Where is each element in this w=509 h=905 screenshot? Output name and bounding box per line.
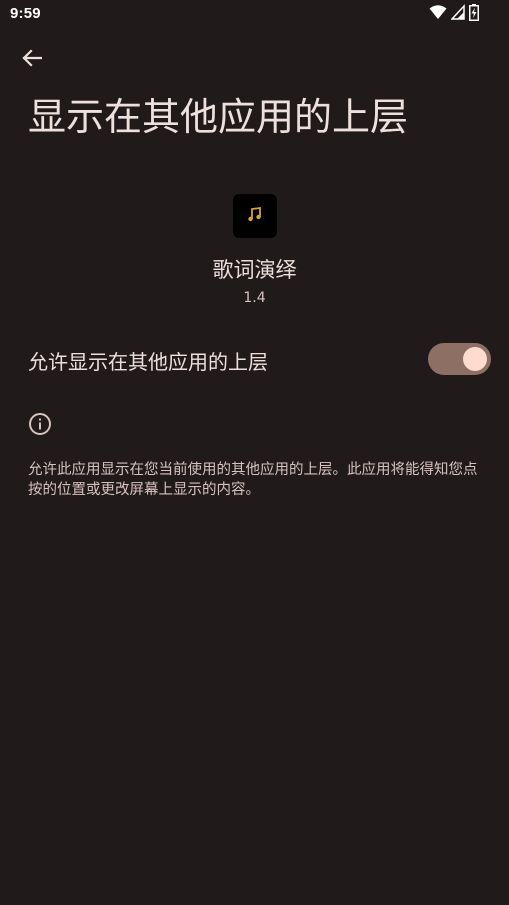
- app-header: 歌词演绎 1.4: [0, 194, 509, 306]
- page-title: 显示在其他应用的上层: [28, 95, 409, 139]
- music-note-icon: [247, 206, 263, 226]
- status-icons: [429, 3, 479, 25]
- status-bar: 9:59: [0, 0, 509, 30]
- permission-label: 允许显示在其他应用的上层: [28, 350, 268, 374]
- switch-thumb: [463, 347, 487, 371]
- battery-charging-icon: [469, 3, 479, 25]
- info-icon: [28, 412, 52, 436]
- arrow-left-icon: [22, 48, 43, 72]
- back-button[interactable]: [14, 42, 50, 78]
- permission-switch[interactable]: [428, 343, 491, 375]
- status-time: 9:59: [10, 5, 41, 22]
- wifi-icon: [429, 4, 447, 24]
- info-description: 允许此应用显示在您当前使用的其他应用的上层。此应用将能得知您点按的位置或更改屏幕…: [28, 462, 478, 498]
- app-name: 歌词演绎: [212, 258, 297, 282]
- app-icon: [232, 194, 277, 238]
- signal-icon: [450, 4, 465, 24]
- permission-toggle-row[interactable]: 允许显示在其他应用的上层: [0, 330, 509, 390]
- app-version: 1.4: [243, 290, 266, 306]
- screen: 9:59 显示在其他应用的上层 歌词演绎 1.4 允许显示在其他应用的上层 允许…: [0, 0, 509, 905]
